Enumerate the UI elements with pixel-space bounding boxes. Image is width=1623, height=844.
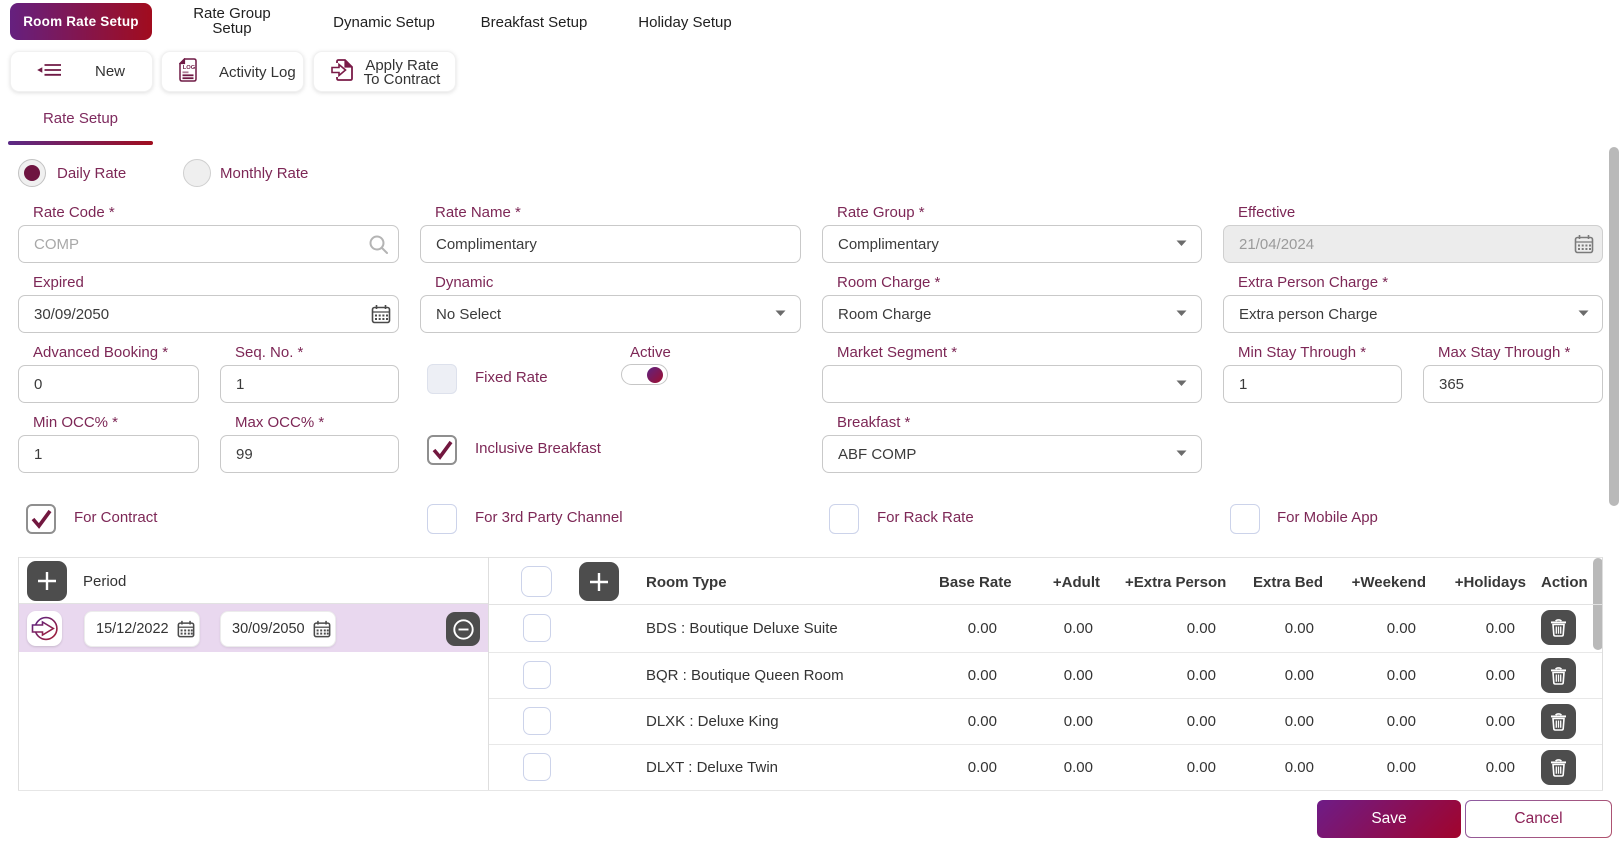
svg-text:LOG: LOG <box>183 65 196 71</box>
